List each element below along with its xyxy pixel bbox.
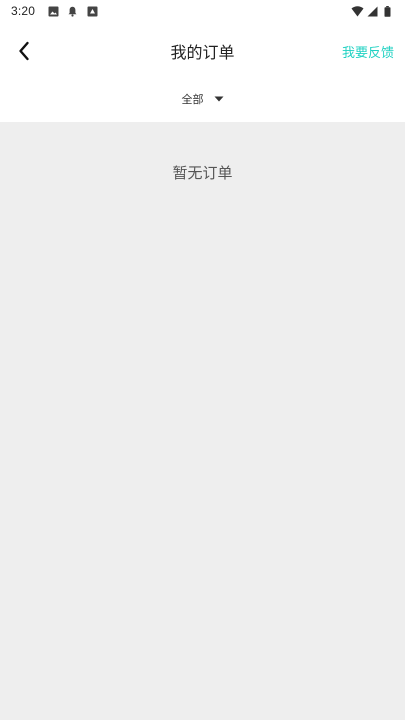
status-bar: 3:20 [0,0,405,24]
status-time: 3:20 [11,4,36,18]
header: 我的订单 我要反馈 [0,24,405,78]
sim-icon [87,6,98,17]
notification-bell-icon [68,6,77,17]
wifi-icon [351,6,364,17]
back-button[interactable] [8,34,42,68]
empty-state-message: 暂无订单 [172,164,233,182]
order-filter-dropdown[interactable]: 全部 [182,91,224,107]
filter-selected-label: 全部 [181,93,204,106]
image-icon [48,6,59,17]
battery-icon [384,6,391,17]
caret-down-icon [214,96,223,102]
chevron-left-icon [19,41,29,61]
feedback-button[interactable]: 我要反馈 [342,42,394,61]
signal-icon [367,6,378,17]
orders-screen: 3:20 我的订单 我要反馈 全部 暂无订单 [0,0,405,720]
filter-bar: 全部 [0,78,405,122]
